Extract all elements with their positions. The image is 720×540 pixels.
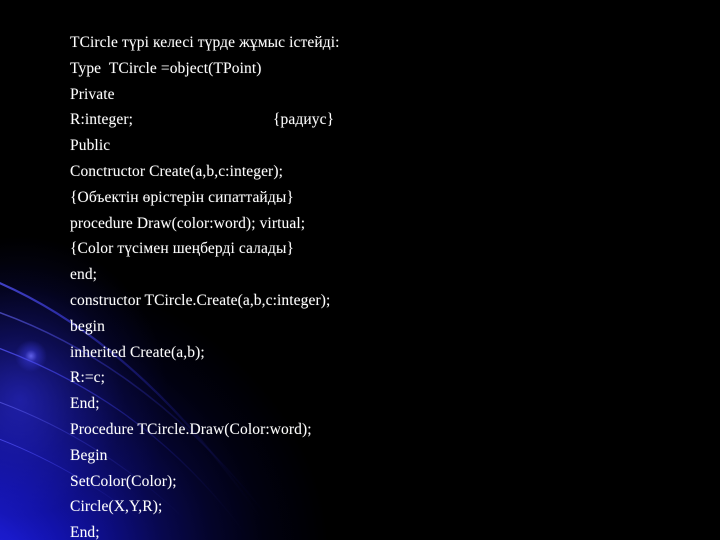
code-line: {Color түсімен шеңберді салады} — [70, 240, 295, 258]
code-line-with-comment: R:integer; {радиус} — [70, 107, 670, 133]
slide-canvas: TCircle түрі келесі түрде жұмыс істейді:… — [0, 0, 720, 540]
code-text-block: TCircle түрі келесі түрде жұмыс істейді:… — [70, 30, 670, 540]
code-line: TCircle түрі келесі түрде жұмыс істейді: — [70, 34, 340, 51]
code-line: constructor TCircle.Create(a,b,c:integer… — [70, 291, 331, 309]
code-line: Begin — [70, 446, 108, 464]
code-line: End; — [70, 524, 100, 540]
code-line: end; — [70, 266, 98, 284]
code-line: Private — [70, 85, 115, 103]
code-line: Procedure TCircle.Draw(Color:word); — [70, 420, 312, 438]
code-line: procedure Draw(color:word); virtual; — [70, 214, 306, 232]
code-line: SetColor(Color); — [70, 472, 177, 490]
code-line-comment: {радиус} — [273, 111, 335, 129]
code-line: begin — [70, 317, 105, 335]
code-line: Circle(X,Y,R); — [70, 498, 163, 516]
code-line: R:=c; — [70, 369, 106, 387]
code-line: Type TCircle =object(TPoint) — [70, 59, 262, 77]
code-line: {Объектін өрістерін сипаттайды} — [70, 188, 294, 206]
code-line-text: R:integer; — [70, 111, 133, 129]
code-line: End; — [70, 395, 100, 413]
code-line: Conctructor Create(a,b,c:integer); — [70, 162, 283, 180]
code-line: Public — [70, 137, 111, 155]
code-line: inherited Create(a,b); — [70, 343, 205, 361]
